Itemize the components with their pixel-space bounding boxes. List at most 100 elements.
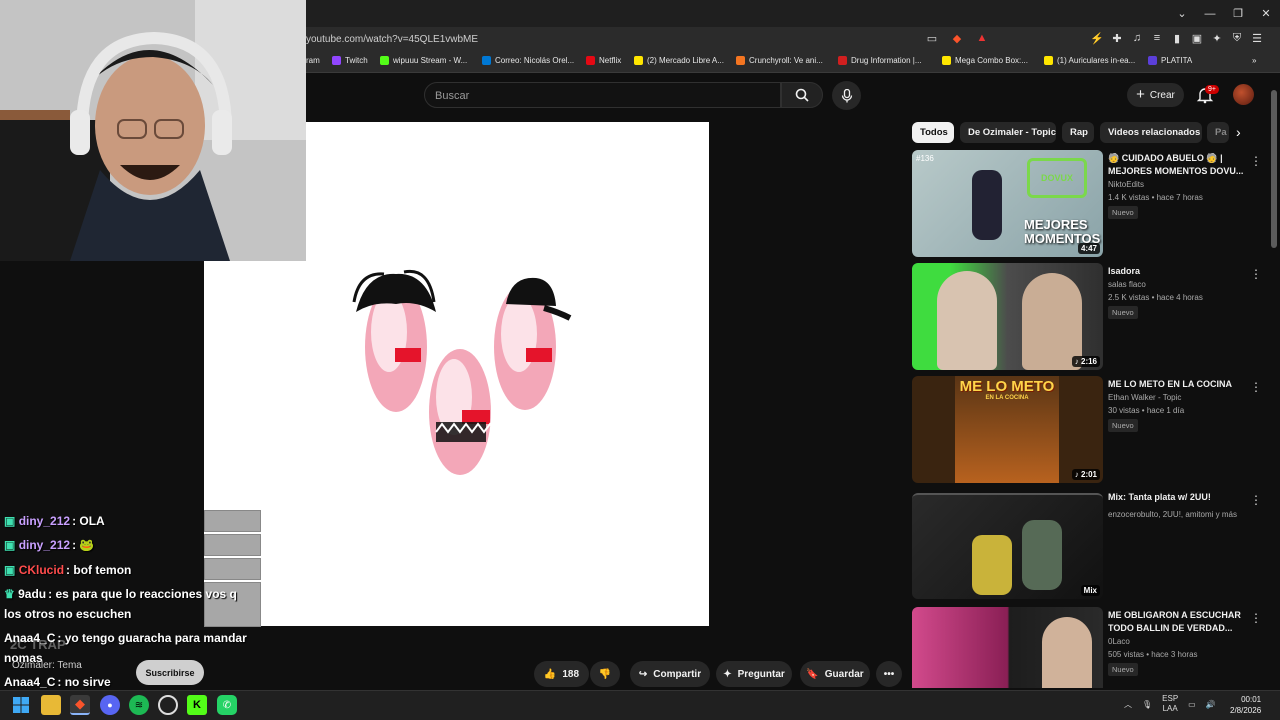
minimize-button[interactable]: — (1196, 0, 1224, 27)
sparkle-icon: ✦ (723, 668, 732, 680)
recommendation-item[interactable]: ♪ 2:16 Isadora salas flaco 2.5 K vistas … (912, 263, 1272, 371)
url-text[interactable]: youtube.com/watch?v=45QLE1vwbME (306, 34, 478, 45)
voice-search-button[interactable] (832, 81, 861, 110)
thumbnail-caption: MEJORES MOMENTOS (1024, 217, 1101, 246)
volume-icon[interactable]: 🔊 (1206, 700, 1216, 709)
bookmark-item[interactable]: PLATITA (1148, 56, 1192, 65)
extension-icon[interactable]: ⚡ (1090, 31, 1104, 45)
channel-name[interactable]: 0Laco (1108, 637, 1130, 646)
discord-icon[interactable]: ● (100, 695, 120, 715)
gem-middle (429, 349, 497, 475)
video-title[interactable]: ME LO METO EN LA COCINA (1108, 378, 1244, 391)
network-icon[interactable]: ▭ (1188, 700, 1196, 709)
close-button[interactable]: ✕ (1252, 0, 1280, 27)
obs-icon[interactable] (158, 695, 178, 715)
bookmark-item[interactable]: Crunchyroll: Ve ani... (736, 56, 823, 65)
video-title[interactable]: ME OBLIGARON A ESCUCHAR TODO BALLIN DE V… (1108, 609, 1244, 635)
dislike-button[interactable]: 👎 (590, 661, 620, 687)
bookmark-item[interactable]: Correo: Nicolás Orel... (482, 56, 574, 65)
playlist-icon[interactable]: ≡ (1150, 31, 1164, 45)
video-thumbnail[interactable] (912, 607, 1103, 688)
wallet-icon[interactable]: ▣ (1190, 31, 1204, 45)
menu-icon[interactable]: ☰ (1250, 31, 1264, 45)
recommendation-item[interactable]: ME OBLIGARON A ESCUCHAR TODO BALLIN DE V… (912, 607, 1272, 688)
channel-name[interactable]: NiktoEdits (1108, 180, 1144, 189)
search-button[interactable] (781, 82, 823, 108)
bookmark-item[interactable]: wipuuu Stream - W... (380, 56, 467, 65)
channel-name[interactable]: Ethan Walker - Topic (1108, 393, 1181, 402)
cast-icon[interactable]: ▭ (925, 31, 939, 45)
whatsapp-icon[interactable]: ✆ (217, 695, 237, 715)
chat-message: ♛ 9adu: es para que lo reacciones vos q (4, 587, 237, 601)
tray-overflow-icon[interactable]: ︿ (1124, 699, 1132, 710)
share-button[interactable]: ↪ Compartir (630, 661, 710, 687)
system-clock[interactable]: 00:01 2/8/2026 (1230, 694, 1261, 716)
chip-all[interactable]: Todos (912, 122, 954, 143)
restore-button[interactable]: ❐ (1224, 0, 1252, 27)
video-title[interactable]: Isadora (1108, 265, 1244, 278)
video-title[interactable]: Mix: Tanta plata w/ 2UU! (1108, 491, 1244, 504)
video-thumbnail[interactable]: #136 DOVUX MEJORES MOMENTOS 4:47 (912, 150, 1103, 257)
chip-partial[interactable]: Pa (1207, 122, 1229, 143)
brave-rewards-icon[interactable]: ▲ (975, 31, 989, 45)
chat-message: Anaa4_C: no sirve (4, 675, 111, 689)
bookmark-item[interactable]: Netflix (586, 56, 621, 65)
chat-username: CKlucid (18, 563, 65, 577)
spotify-icon[interactable]: ≋ (129, 695, 149, 715)
bookmark-item[interactable]: (1) Auriculares in-ea... (1044, 56, 1135, 65)
share-icon: ↪ (638, 668, 648, 680)
language-indicator[interactable]: ESP LAA (1162, 694, 1178, 714)
address-bar-icons: ▭ ◆ ▲ (925, 31, 989, 45)
create-button[interactable]: + Crear (1127, 83, 1184, 107)
sidebar-icon[interactable]: ▮ (1170, 31, 1184, 45)
recommendation-item[interactable]: #136 DOVUX MEJORES MOMENTOS 4:47 🧓 CUIDA… (912, 150, 1272, 258)
search-input[interactable]: Buscar (424, 82, 781, 108)
chat-slot (204, 534, 261, 556)
brave-shield-icon[interactable]: ◆ (950, 31, 964, 45)
subscribe-button[interactable]: Suscribirse (136, 660, 204, 685)
recommendation-item[interactable]: ME LO METO EN LA COCINA ♪ 2:01 ME LO MET… (912, 376, 1272, 484)
more-vertical-icon[interactable]: ⋮ (1250, 267, 1262, 281)
microphone-icon[interactable]: 🎙 (1142, 700, 1152, 709)
file-explorer-icon[interactable] (41, 695, 61, 715)
kick-icon[interactable]: K (187, 695, 207, 715)
puzzle-icon[interactable]: ✚ (1110, 31, 1124, 45)
ask-button[interactable]: ✦ Preguntar (716, 661, 792, 687)
chip-rap[interactable]: Rap (1062, 122, 1094, 143)
vpn-icon[interactable]: ⛨ (1230, 31, 1244, 45)
more-vertical-icon[interactable]: ⋮ (1250, 493, 1262, 507)
bookmark-item[interactable]: Mega Combo Box:... (942, 56, 1028, 65)
tab-list-icon[interactable]: ⌄ (1168, 0, 1196, 27)
chip-related[interactable]: Videos relacionados (1100, 122, 1202, 143)
music-icon[interactable]: ♫ (1130, 31, 1144, 45)
bookmarks-overflow-icon[interactable]: » (1252, 56, 1256, 65)
leo-icon[interactable]: ✦ (1210, 31, 1224, 45)
like-button[interactable]: 👍 188 (534, 661, 589, 687)
channel-name[interactable]: enzocerobulto, 2UU!, amitomi y más (1108, 510, 1237, 519)
video-thumbnail[interactable]: ♪ 2:16 (912, 263, 1103, 370)
chevron-right-icon[interactable]: › (1236, 124, 1241, 140)
video-title[interactable]: 🧓 CUIDADO ABUELO 🧓 | MEJORES MOMENTOS DO… (1108, 152, 1244, 178)
bookmark-item[interactable]: ram (306, 56, 320, 65)
chat-username: 9adu (18, 587, 47, 601)
more-actions-button[interactable]: ••• (876, 661, 902, 687)
more-vertical-icon[interactable]: ⋮ (1250, 611, 1262, 625)
avatar[interactable] (1233, 84, 1254, 105)
more-vertical-icon[interactable]: ⋮ (1250, 154, 1262, 168)
video-thumbnail[interactable]: Mix (912, 493, 1103, 599)
thumbnail-caption: ME LO METO (959, 378, 1055, 395)
bookmark-item[interactable]: Twitch (332, 56, 368, 65)
more-vertical-icon[interactable]: ⋮ (1250, 380, 1262, 394)
bookmark-item[interactable]: Drug Information |... (838, 56, 922, 65)
channel-name[interactable]: salas flaco (1108, 280, 1146, 289)
now-playing-text: Ozimaler: Tema (12, 660, 82, 671)
bookmark-item[interactable]: (2) Mercado Libre A... (634, 56, 724, 65)
windows-start-icon[interactable] (11, 695, 31, 715)
chip-topic[interactable]: De Ozimaler - Topic (960, 122, 1056, 143)
brave-browser-icon[interactable]: ◆ (70, 695, 90, 715)
recommendation-item[interactable]: Mix Mix: Tanta plata w/ 2UU! enzocerobul… (912, 489, 1272, 601)
save-button[interactable]: 🔖 Guardar (800, 661, 870, 687)
thumbnail-figure (972, 170, 1002, 240)
chat-username: diny_212 (18, 514, 71, 528)
video-thumbnail[interactable]: ME LO METO EN LA COCINA ♪ 2:01 (912, 376, 1103, 483)
